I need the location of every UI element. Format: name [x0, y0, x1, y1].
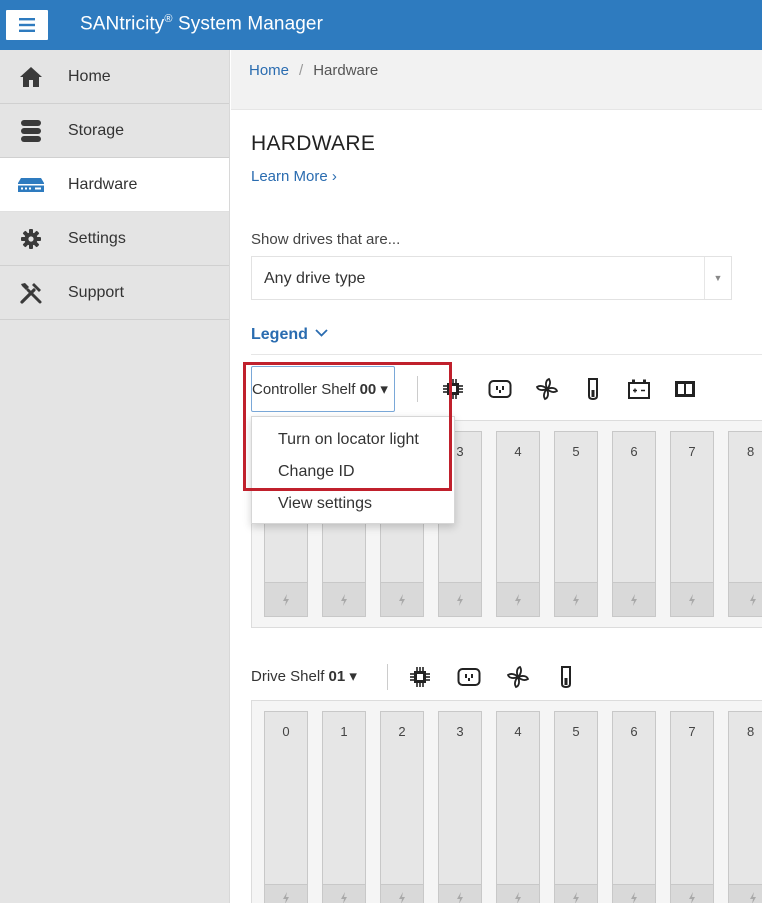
chevron-down-icon	[315, 329, 328, 337]
lightning-icon	[323, 582, 365, 616]
lightning-icon	[265, 582, 307, 616]
lightning-icon	[555, 582, 597, 616]
sidebar-item-home[interactable]: Home	[0, 50, 229, 104]
drive-filter-label: Show drives that are...	[251, 231, 401, 248]
lightning-icon	[439, 582, 481, 616]
breadcrumb-current: Hardware	[313, 62, 379, 79]
drive-bay-6[interactable]: 6	[612, 711, 656, 903]
power-supply-icon[interactable]	[487, 376, 513, 402]
hamburger-menu-button[interactable]	[6, 10, 48, 40]
drive-bay-1[interactable]: 1	[322, 711, 366, 903]
breadcrumb-home-link[interactable]: Home	[249, 62, 289, 79]
drive-bay-8[interactable]: 8	[728, 711, 762, 903]
sidebar-item-support[interactable]: Support	[0, 266, 229, 320]
drive-bay-5[interactable]: 5	[554, 711, 598, 903]
shelf-options-menu: Turn on locator light Change ID View set…	[251, 416, 455, 524]
tools-icon	[16, 280, 46, 306]
controller-icon[interactable]	[407, 664, 433, 690]
drive-bay-7[interactable]: 7	[670, 711, 714, 903]
lightning-icon	[555, 884, 597, 903]
toolbar-separator	[387, 664, 388, 690]
battery-icon[interactable]	[626, 376, 652, 402]
drive-bay-4[interactable]: 4	[496, 711, 540, 903]
breadcrumb: Home / Hardware	[231, 50, 762, 110]
sidebar-item-label: Hardware	[68, 175, 138, 193]
temperature-icon[interactable]	[580, 376, 606, 402]
lightning-icon	[323, 884, 365, 903]
sidebar-item-label: Home	[68, 67, 111, 85]
lightning-icon	[613, 582, 655, 616]
lightning-icon	[381, 582, 423, 616]
drive-shelf-menu-button[interactable]: Drive Shelf 01 ▾	[251, 654, 363, 700]
lightning-icon	[729, 884, 762, 903]
lightning-icon	[265, 884, 307, 903]
learn-more-link[interactable]: Learn More ›	[251, 168, 337, 185]
chevron-right-icon: ›	[331, 168, 337, 185]
page-title: HARDWARE	[251, 132, 376, 155]
lightning-icon	[671, 884, 713, 903]
shelf-view-icon[interactable]	[672, 376, 698, 402]
drive-bay-5[interactable]: 5	[554, 431, 598, 617]
lightning-icon	[729, 582, 762, 616]
caret-down-icon: ▾	[380, 381, 388, 398]
power-supply-icon[interactable]	[456, 664, 482, 690]
drive-bay-2[interactable]: 2	[380, 711, 424, 903]
controller-shelf-toolbar: Controller Shelf 00 ▾	[251, 366, 762, 412]
controller-shelf-menu-button[interactable]: Controller Shelf 00 ▾	[251, 366, 395, 412]
menu-item-view-settings[interactable]: View settings	[278, 495, 372, 513]
home-icon	[16, 64, 46, 90]
shelf-divider	[251, 354, 762, 355]
sidebar: Home Storage Hardware Settings Support	[0, 50, 230, 903]
lightning-icon	[439, 884, 481, 903]
sidebar-item-settings[interactable]: Settings	[0, 212, 229, 266]
temperature-icon[interactable]	[553, 664, 579, 690]
lightning-icon	[497, 884, 539, 903]
lightning-icon	[381, 884, 423, 903]
drive-bay-0[interactable]: 0	[264, 711, 308, 903]
toolbar-separator	[417, 376, 418, 402]
lightning-icon	[671, 582, 713, 616]
menu-item-change-id[interactable]: Change ID	[278, 463, 355, 481]
drive-bay-6[interactable]: 6	[612, 431, 656, 617]
controller-icon[interactable]	[440, 376, 466, 402]
drive-type-select[interactable]: Any drive type ▼	[251, 256, 732, 300]
sidebar-item-label: Settings	[68, 229, 126, 247]
top-bar: SANtricity® System Manager	[0, 0, 762, 50]
fan-icon[interactable]	[534, 376, 560, 402]
gear-icon	[16, 226, 46, 252]
sidebar-item-label: Support	[68, 283, 125, 301]
hamburger-icon	[19, 18, 35, 32]
sidebar-item-storage[interactable]: Storage	[0, 104, 229, 158]
caret-down-icon: ▾	[349, 668, 357, 685]
drive-bay-4[interactable]: 4	[496, 431, 540, 617]
menu-item-locator-light[interactable]: Turn on locator light	[278, 431, 419, 449]
fan-icon[interactable]	[505, 664, 531, 690]
app-title: SANtricity® System Manager	[80, 13, 324, 35]
sidebar-item-hardware[interactable]: Hardware	[0, 158, 229, 212]
lightning-icon	[613, 884, 655, 903]
drive-bay-7[interactable]: 7	[670, 431, 714, 617]
legend-toggle[interactable]: Legend	[251, 326, 328, 344]
drive-shelf-toolbar: Drive Shelf 01 ▾	[251, 654, 762, 700]
drive-shelf-bays: 0 1 2 3 4 5 6 7 8	[251, 700, 762, 903]
drive-bay-8[interactable]: 8	[728, 431, 762, 617]
lightning-icon	[497, 582, 539, 616]
database-icon	[16, 118, 46, 144]
drive-bay-3[interactable]: 3	[438, 711, 482, 903]
hardware-icon	[16, 172, 46, 198]
drive-type-select-value: Any drive type	[264, 270, 366, 287]
chevron-down-icon[interactable]: ▼	[704, 257, 731, 299]
breadcrumb-separator: /	[299, 62, 304, 79]
sidebar-item-label: Storage	[68, 121, 125, 139]
